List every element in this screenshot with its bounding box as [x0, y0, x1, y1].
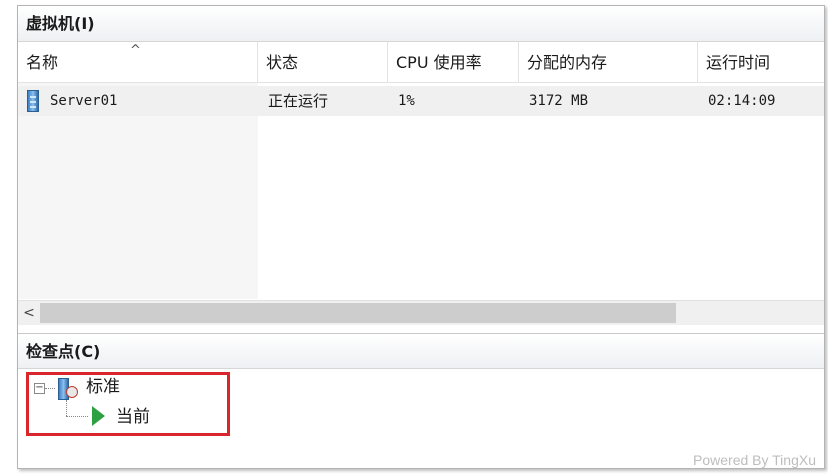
column-header-memory-label: 分配的内存 — [527, 53, 608, 72]
column-header-uptime-label: 运行时间 — [706, 53, 771, 72]
scrollbar-thumb[interactable] — [40, 303, 676, 323]
server-icon — [27, 90, 39, 112]
watermark: Powered By TingXu — [693, 452, 816, 468]
column-header-state[interactable]: 状态 — [258, 42, 388, 82]
vm-cpu-usage: 1% — [398, 93, 415, 109]
checkpoint-section-header: 检查点(C) — [18, 333, 824, 369]
table-row[interactable]: Server01 正在运行 1% 3172 MB 02:14:09 — [18, 86, 824, 116]
checkpoint-section-title: 检查点(C) — [26, 342, 101, 361]
column-header-cpu[interactable]: CPU 使用率 — [388, 42, 519, 82]
vm-uptime: 02:14:09 — [708, 93, 776, 109]
column-header-cpu-label: CPU 使用率 — [396, 53, 482, 72]
column-header-uptime[interactable]: 运行时间 — [698, 42, 824, 82]
vm-state: 正在运行 — [268, 92, 329, 110]
column-header-state-label: 状态 — [266, 53, 299, 72]
vm-assigned-memory: 3172 MB — [529, 93, 589, 109]
sort-ascending-icon: ^ — [130, 43, 141, 58]
column-header-name[interactable]: 名称 ^ — [18, 42, 258, 82]
highlight-annotation — [26, 372, 230, 436]
hyperv-manager-window: 虚拟机(I) 名称 ^ 状态 CPU 使用率 分配的内存 运行时间 Server… — [17, 5, 825, 469]
column-header-name-label: 名称 — [26, 53, 59, 72]
vm-name: Server01 — [50, 93, 118, 109]
scroll-left-button[interactable]: < — [18, 301, 40, 325]
column-header-memory[interactable]: 分配的内存 — [519, 42, 698, 82]
horizontal-scrollbar[interactable]: < — [18, 300, 824, 325]
vm-section-title: 虚拟机(I) — [26, 14, 95, 33]
vm-list: Server01 正在运行 1% 3172 MB 02:14:09 — [18, 83, 824, 299]
vm-section-header: 虚拟机(I) — [18, 6, 824, 42]
vm-column-headers: 名称 ^ 状态 CPU 使用率 分配的内存 运行时间 — [18, 42, 824, 83]
